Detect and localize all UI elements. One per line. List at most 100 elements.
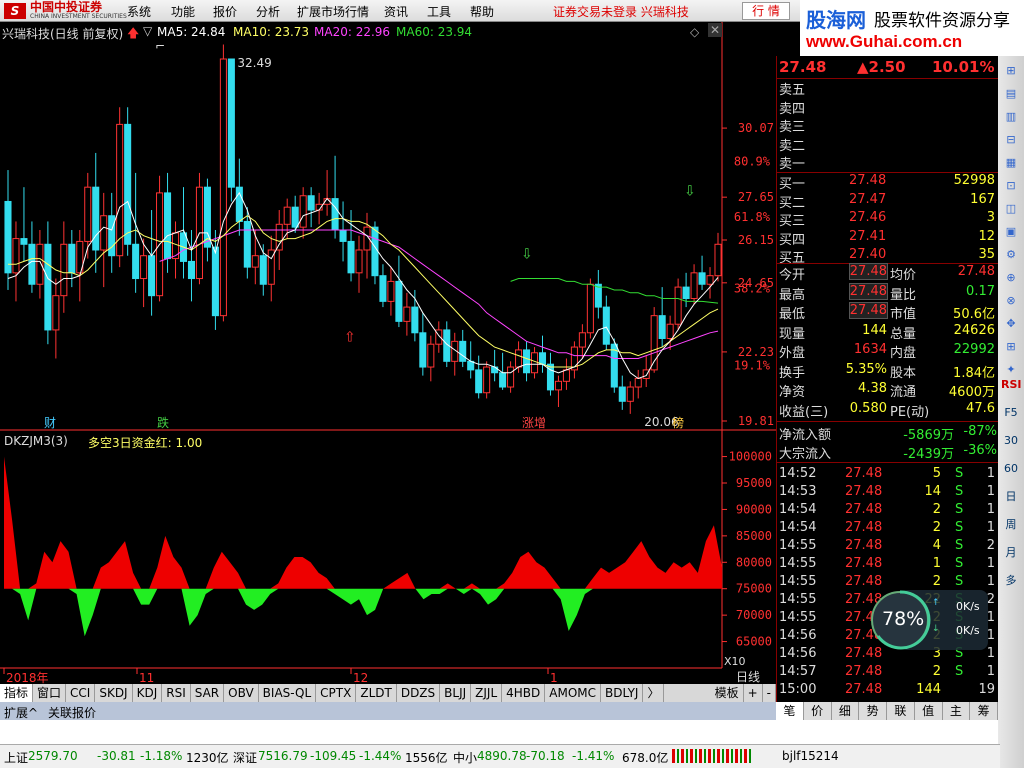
x-tick-label: 1 <box>550 671 558 684</box>
indicator-y-tick-label: 75000 <box>736 582 772 596</box>
tick-row[interactable]: 14:54 27.48 2 S 1 <box>777 502 999 521</box>
side-period-button[interactable]: 60 <box>1001 460 1021 478</box>
indicator-tab[interactable]: BLJJ <box>440 684 472 702</box>
bid-price: 27.48 <box>849 173 887 188</box>
right-tab[interactable]: 细 <box>832 702 860 720</box>
side-period-button[interactable]: 月 <box>1001 544 1021 562</box>
divider <box>777 421 999 422</box>
ask-row: 卖一 <box>777 153 999 172</box>
side-tool-icon[interactable]: ⊞ <box>1001 62 1021 80</box>
indicator-tab[interactable]: 模板 <box>711 684 744 702</box>
side-period-button[interactable]: 日 <box>1001 488 1021 506</box>
candle-body <box>108 215 116 257</box>
right-tab[interactable]: 势 <box>859 702 887 720</box>
event-marker: 榜 <box>672 415 684 430</box>
indicator-tab[interactable]: SKDJ <box>95 684 133 702</box>
menu-function[interactable]: 功能 <box>171 3 195 20</box>
side-tool-icon[interactable]: ▦ <box>1001 154 1021 172</box>
diamond-icon[interactable]: ◇ <box>690 25 699 39</box>
close-chart-icon[interactable]: ✕ <box>708 23 723 37</box>
indicator-tab[interactable]: 指标 <box>0 684 34 702</box>
side-period-button[interactable]: RSI <box>1001 376 1022 394</box>
indicator-tab[interactable]: 窗口 <box>33 684 67 702</box>
indicator-tab[interactable]: ZLDT <box>356 684 397 702</box>
side-period-button[interactable]: 30 <box>1001 432 1021 450</box>
menu-help[interactable]: 帮助 <box>470 3 494 20</box>
tick-volume: 2 <box>932 502 941 517</box>
indicator-tab[interactable]: ZJJL <box>471 684 503 702</box>
extend-tab[interactable]: 扩展^ <box>4 704 38 721</box>
indicator-tab[interactable]: 4HBD <box>502 684 546 702</box>
indicator-tab[interactable]: SAR <box>191 684 225 702</box>
tick-row[interactable]: 14:57 27.48 2 S 1 <box>777 664 999 683</box>
right-tab[interactable]: 笔 <box>776 702 804 720</box>
indicator-tab[interactable]: KDJ <box>133 684 163 702</box>
tick-row[interactable]: 14:55 27.48 1 S 1 <box>777 556 999 575</box>
candle-body <box>634 377 642 388</box>
tick-row[interactable]: 14:54 27.48 2 S 1 <box>777 520 999 539</box>
indicator-tab[interactable]: BIAS-QL <box>259 684 317 702</box>
candle-body <box>148 255 156 297</box>
side-tool-icon[interactable]: ⊟ <box>1001 131 1021 149</box>
tick-row[interactable]: 15:00 27.48 144 19 <box>777 682 999 701</box>
right-tab[interactable]: 联 <box>887 702 915 720</box>
indicator-tab[interactable]: CCI <box>66 684 96 702</box>
event-marker: 跌 <box>157 415 169 430</box>
stat-value: 144 <box>862 322 887 338</box>
indicator-tab[interactable]: OBV <box>224 684 259 702</box>
market-button[interactable]: 行 情 <box>742 2 790 20</box>
sh-change: -30.81 <box>97 749 136 763</box>
right-tab[interactable]: 主 <box>943 702 971 720</box>
right-tab[interactable]: 价 <box>804 702 832 720</box>
stat-row: 外盘 1634 内盘 22992 <box>777 342 999 361</box>
menu-analysis[interactable]: 分析 <box>256 3 280 20</box>
side-tool-icon[interactable]: ⊕ <box>1001 269 1021 287</box>
indicator-tab[interactable]: BDLYJ <box>601 684 644 702</box>
side-period-button[interactable]: 周 <box>1001 516 1021 534</box>
tick-time: 14:53 <box>779 484 817 499</box>
indicator-tab[interactable]: AMOMC <box>545 684 602 702</box>
indicator-tab[interactable]: CPTX <box>316 684 357 702</box>
side-tool-icon[interactable]: ◫ <box>1001 200 1021 218</box>
period-label[interactable]: 日线 <box>736 668 760 685</box>
indicator-tab[interactable]: 〉 <box>643 684 665 702</box>
bid-volume: 12 <box>978 228 995 244</box>
tick-row[interactable]: 14:53 27.48 14 S 1 <box>777 484 999 503</box>
menu-tools[interactable]: 工具 <box>427 3 451 20</box>
side-tool-icon[interactable]: ▥ <box>1001 108 1021 126</box>
indicator-tab[interactable]: + <box>744 684 763 702</box>
side-tool-icon[interactable]: ⊗ <box>1001 292 1021 310</box>
indicator-tab[interactable]: DDZS <box>397 684 441 702</box>
indicator-tab[interactable]: - <box>763 684 776 702</box>
bid-price: 27.46 <box>849 210 887 225</box>
right-tab[interactable]: 筹 <box>970 702 998 720</box>
chart-svg[interactable]: 30.0727.6526.1524.6522.2319.8180.9%61.8%… <box>0 22 776 685</box>
side-tool-icon[interactable]: ▤ <box>1001 85 1021 103</box>
tick-row[interactable]: 14:55 27.48 4 S 2 <box>777 538 999 557</box>
side-tool-icon[interactable]: ▣ <box>1001 223 1021 241</box>
candle-body <box>371 226 379 277</box>
indicator-tab[interactable]: RSI <box>162 684 191 702</box>
side-tool-icon[interactable]: ✥ <box>1001 315 1021 333</box>
bid-volume: 52998 <box>953 173 995 188</box>
stat-value: 27.48 <box>848 263 889 280</box>
chart-area[interactable]: 30.07 27.65 26.15 24.65 22.23 19.81 80.9% 61.8%… <box>0 22 776 685</box>
stat-row: 最高 27.48 量比 0.17 <box>777 282 999 303</box>
flow-pct: -36% <box>963 443 997 458</box>
side-tool-icon[interactable]: ⊡ <box>1001 177 1021 195</box>
right-tab[interactable]: 值 <box>915 702 943 720</box>
indicator-negative-area <box>4 588 722 637</box>
dropdown-icon[interactable]: ▽ <box>143 24 152 38</box>
side-period-button[interactable]: 多 <box>1001 572 1021 590</box>
menu-extended-market[interactable]: 扩展市场行情 <box>297 3 369 20</box>
side-period-button[interactable]: F5 <box>1001 404 1021 422</box>
x-tick-label: 11 <box>139 671 154 684</box>
tick-row[interactable]: 14:52 27.48 5 S 1 <box>777 466 999 485</box>
related-quote-tab[interactable]: 关联报价 <box>48 704 96 721</box>
menu-system[interactable]: 系统 <box>127 3 151 20</box>
side-tool-icon[interactable]: ⚙ <box>1001 246 1021 264</box>
network-speed-widget[interactable]: 78% ↑ 0K/s ↓ 0K/s <box>870 590 990 650</box>
menu-news[interactable]: 资讯 <box>384 3 408 20</box>
menu-quote[interactable]: 报价 <box>213 3 237 20</box>
side-tool-icon[interactable]: ⊞ <box>1001 338 1021 356</box>
